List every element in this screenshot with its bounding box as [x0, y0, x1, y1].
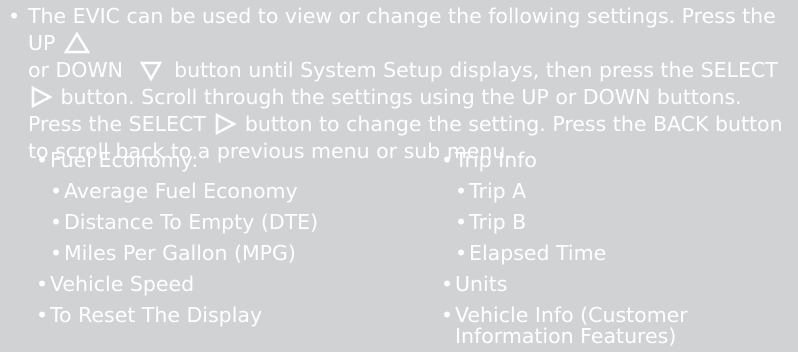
bullet: •: [50, 241, 63, 265]
bullet: •: [50, 210, 63, 234]
right-triangle-icon: [214, 113, 237, 135]
list-item: • Trip A: [455, 178, 791, 204]
bullet: •: [36, 148, 49, 172]
bullet: •: [441, 272, 454, 296]
list-item: • To Reset The Display: [36, 302, 406, 328]
bullet: •: [455, 179, 468, 203]
list-item-label: Distance To Empty (DTE): [64, 210, 319, 234]
intro-text-part-1: The EVIC can be used to view or change t…: [28, 4, 776, 55]
list-item: • Units: [441, 271, 791, 297]
right-settings-list: • Trip Info • Trip A • Trip B • Elapsed …: [441, 147, 791, 352]
bullet: •: [455, 210, 468, 234]
intro-paragraph: • The EVIC can be used to view or change…: [8, 3, 788, 165]
list-item-label: Vehicle Info (Customer Information Featu…: [455, 303, 688, 348]
up-triangle-icon: [63, 32, 90, 54]
list-item-label: Miles Per Gallon (MPG): [64, 241, 296, 265]
list-item: • Miles Per Gallon (MPG): [50, 240, 406, 266]
bullet: •: [36, 272, 49, 296]
list-item: • Elapsed Time: [455, 240, 791, 266]
bullet: •: [441, 303, 454, 327]
bullet: •: [441, 148, 454, 172]
list-item-label: Trip A: [469, 179, 527, 203]
list-item: • Trip Info: [441, 147, 791, 173]
intro-text: The EVIC can be used to view or change t…: [28, 3, 788, 165]
list-item-label: Units: [455, 272, 508, 296]
bullet: •: [455, 241, 468, 265]
intro-text-part-2: or DOWN: [28, 58, 124, 82]
bullet: •: [36, 303, 49, 327]
list-item: • Distance To Empty (DTE): [50, 209, 406, 235]
bullet: •: [50, 179, 63, 203]
list-item: • Vehicle Info (Customer Information Fea…: [441, 302, 791, 347]
list-item: • Average Fuel Economy: [50, 178, 406, 204]
list-item-label: Elapsed Time: [469, 241, 607, 265]
list-item-label: Trip B: [469, 210, 527, 234]
list-item-label: Trip Info: [455, 148, 537, 172]
list-item: • Vehicle Speed: [36, 271, 406, 297]
list-item-label: Average Fuel Economy: [64, 179, 298, 203]
list-item: • Trip B: [455, 209, 791, 235]
bullet: •: [8, 4, 21, 28]
list-item-label: To Reset The Display: [50, 303, 263, 327]
list-item: • Fuel Economy:: [36, 147, 406, 173]
intro-text-part-3: button until System Setup displays, then…: [174, 58, 778, 82]
right-triangle-icon: [30, 86, 52, 108]
list-item-label: Fuel Economy:: [50, 148, 199, 172]
left-settings-list: • Fuel Economy: • Average Fuel Economy •…: [36, 147, 406, 333]
down-triangle-icon: [139, 61, 162, 81]
list-item-label: Vehicle Speed: [50, 272, 195, 296]
